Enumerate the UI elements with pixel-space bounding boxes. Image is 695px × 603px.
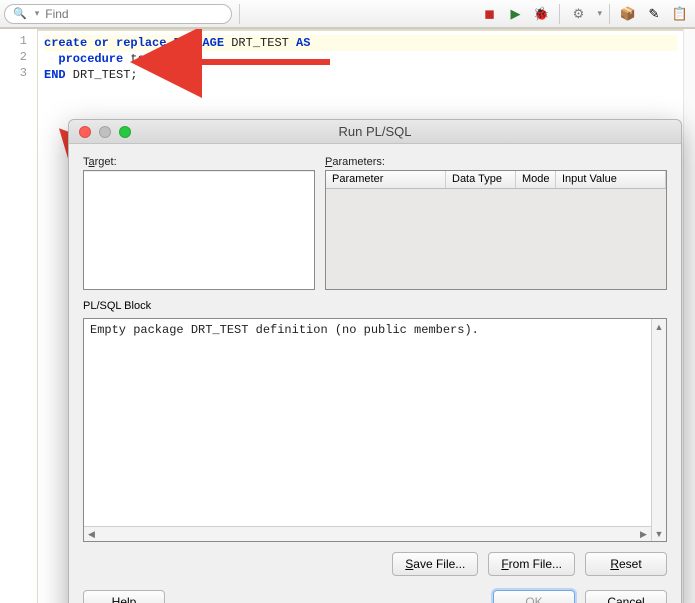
run-plsql-dialog: Run PL/SQL Target: Parameters: Parameter…	[68, 119, 682, 603]
action-button-row: Help OK Cancel	[83, 582, 667, 603]
cancel-button[interactable]: Cancel	[585, 590, 667, 603]
target-panel: Target:	[83, 156, 315, 290]
misc-button[interactable]: 📋	[669, 4, 691, 24]
scroll-up-icon[interactable]: ▲	[652, 319, 666, 334]
run-button[interactable]: ▶	[504, 4, 526, 24]
package-button[interactable]: 📦	[617, 4, 639, 24]
file-button-row: Save File... From File... Reset	[83, 548, 667, 576]
help-button[interactable]: Help	[83, 590, 165, 603]
search-menu-chevron-icon[interactable]: ▾	[31, 8, 40, 19]
vertical-scrollbar[interactable]: ▲ ▼	[651, 319, 666, 541]
parameters-header: Parameter Data Type Mode Input Value	[326, 171, 666, 189]
from-file-button[interactable]: From File...	[488, 552, 575, 576]
parameters-table[interactable]: Parameter Data Type Mode Input Value	[325, 170, 667, 290]
toolbar-separator	[239, 4, 240, 24]
toolbar-separator	[559, 4, 560, 24]
stop-button[interactable]: ◼	[478, 4, 500, 24]
dialog-titlebar[interactable]: Run PL/SQL	[69, 120, 681, 144]
scroll-down-icon[interactable]: ▼	[652, 526, 666, 541]
col-inputvalue[interactable]: Input Value	[556, 171, 666, 188]
code-line: END DRT_TEST;	[44, 67, 677, 83]
debug-button[interactable]: 🐞	[530, 4, 552, 24]
overview-ruler	[683, 29, 695, 603]
code-line: procedure test_drt;	[44, 51, 677, 67]
line-gutter: 1 2 3	[0, 29, 38, 603]
editor-area: 1 2 3 create or replace PACKAGE DRT_TEST…	[0, 28, 695, 603]
search-box[interactable]: 🔍 ▾	[4, 4, 232, 24]
search-icon: 🔍	[13, 7, 27, 20]
col-parameter[interactable]: Parameter	[326, 171, 446, 188]
target-listbox[interactable]	[83, 170, 315, 290]
editor-toolbar: 🔍 ▾ ◼ ▶ 🐞 ⚙ ▾ 📦 ✎ 📋	[0, 0, 695, 28]
target-label: Target:	[83, 156, 315, 168]
code-line: create or replace PACKAGE DRT_TEST AS	[44, 35, 677, 51]
col-datatype[interactable]: Data Type	[446, 171, 516, 188]
plsql-block-text[interactable]: Empty package DRT_TEST definition (no pu…	[84, 319, 651, 526]
dialog-title: Run PL/SQL	[69, 124, 681, 139]
toolbar-separator	[609, 4, 610, 24]
line-number: 2	[0, 49, 37, 65]
scroll-right-icon[interactable]: ▶	[636, 529, 651, 540]
save-file-button[interactable]: Save File...	[392, 552, 478, 576]
search-input[interactable]	[43, 6, 223, 22]
plsql-block-box: Empty package DRT_TEST definition (no pu…	[83, 318, 667, 542]
edit-button[interactable]: ✎	[643, 4, 665, 24]
gear-button[interactable]: ⚙	[567, 4, 589, 24]
plsql-block-label: PL/SQL Block	[83, 300, 667, 312]
parameters-panel: Parameters: Parameter Data Type Mode Inp…	[325, 156, 667, 290]
dialog-body: Target: Parameters: Parameter Data Type …	[69, 144, 681, 603]
ok-button[interactable]: OK	[493, 590, 575, 603]
scroll-left-icon[interactable]: ◀	[84, 529, 99, 540]
horizontal-scrollbar[interactable]: ◀ ▶	[84, 526, 651, 541]
gear-menu-chevron-icon[interactable]: ▾	[593, 8, 602, 19]
reset-button[interactable]: Reset	[585, 552, 667, 576]
line-number: 3	[0, 65, 37, 81]
parameters-label: Parameters:	[325, 156, 667, 168]
line-number: 1	[0, 33, 37, 49]
col-mode[interactable]: Mode	[516, 171, 556, 188]
